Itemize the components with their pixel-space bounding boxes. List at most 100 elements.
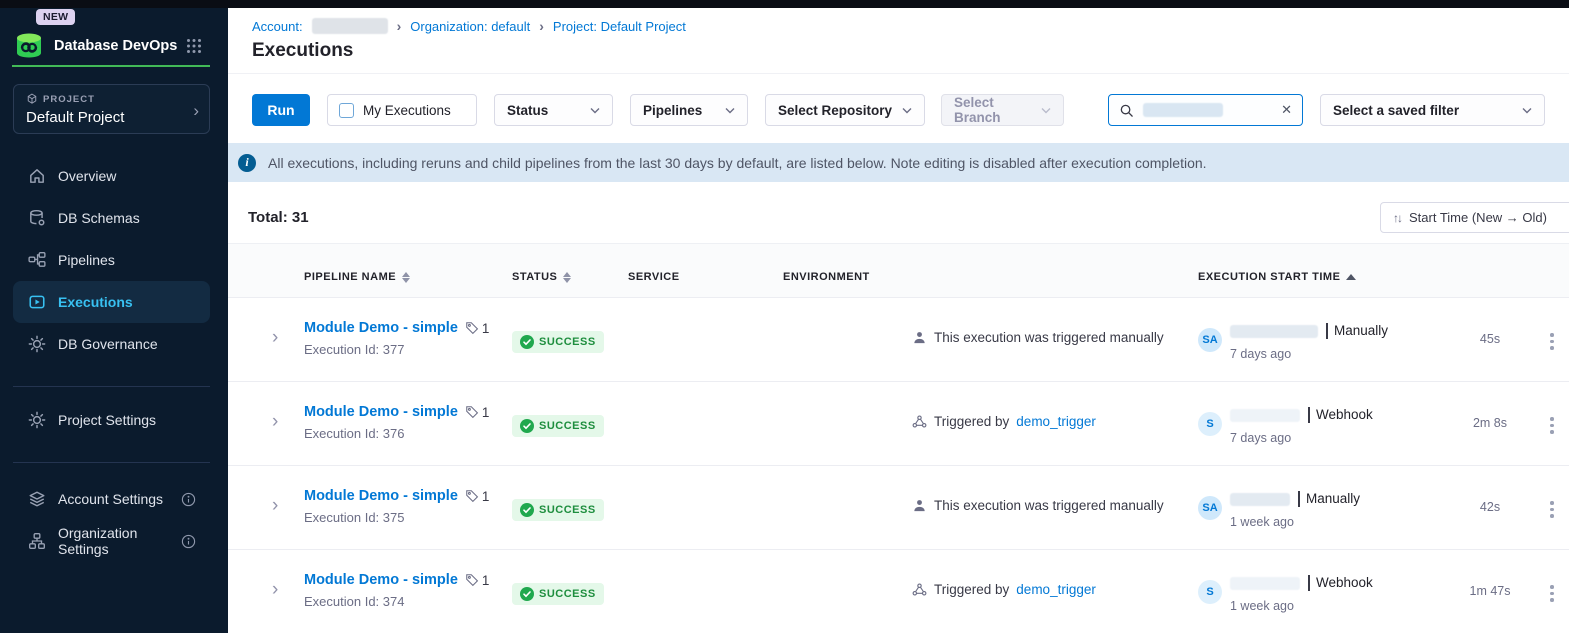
expand-chevron-icon[interactable]: › [272, 411, 278, 433]
status-badge: SUCCESS [512, 415, 604, 437]
sidebar-item-overview[interactable]: Overview [13, 155, 210, 197]
breadcrumb-separator-icon: › [397, 18, 402, 34]
time-ago: 1 week ago [1230, 599, 1373, 613]
breadcrumb-project-link[interactable]: Project: Default Project [553, 19, 686, 34]
expand-chevron-icon[interactable]: › [272, 579, 278, 601]
pipeline-name-link[interactable]: Module Demo - simple [304, 404, 458, 420]
tag-icon [465, 405, 479, 419]
page-title: Executions [252, 40, 353, 62]
breadcrumb-account-link[interactable]: Account: [252, 19, 303, 34]
sort-order-label: Start Time (New → Old) [1409, 210, 1547, 225]
avatar: S [1198, 412, 1222, 436]
info-icon[interactable] [181, 534, 196, 549]
sort-icon [563, 272, 571, 283]
sidebar-item-label: Overview [58, 168, 116, 184]
chevron-right-icon: › [193, 101, 199, 121]
sidebar-item-label: Executions [58, 294, 133, 310]
sidebar: NEW Database DevOps PRO [0, 0, 228, 633]
pipelines-filter-label: Pipelines [643, 103, 702, 118]
my-executions-label: My Executions [363, 103, 451, 118]
sidebar-divider [13, 462, 210, 463]
trigger-info: Triggered by demo_trigger [912, 414, 1096, 429]
breadcrumb-organization-link[interactable]: Organization: default [410, 19, 530, 34]
execution-row[interactable]: › Module Demo - simple 1 Execution Id: 3… [228, 465, 1569, 549]
pipelines-filter-dropdown[interactable]: Pipelines [630, 94, 748, 126]
column-label: ENVIRONMENT [783, 271, 870, 283]
avatar: SA [1198, 496, 1222, 520]
pipeline-name-link[interactable]: Module Demo - simple [304, 572, 458, 588]
search-icon [1119, 103, 1134, 118]
tag-count: 1 [465, 321, 490, 336]
time-ago: 7 days ago [1230, 431, 1373, 445]
brand-divider [12, 65, 210, 67]
sidebar-item-db-schemas[interactable]: DB Schemas [13, 197, 210, 239]
info-icon: i [238, 154, 256, 172]
column-label: PIPELINE NAME [304, 271, 396, 283]
redacted-user-name [1230, 325, 1318, 338]
duration: 45s [1455, 332, 1525, 346]
sidebar-item-account-settings[interactable]: Account Settings [13, 478, 210, 520]
main-content: Account: › Organization: default › Proje… [228, 8, 1569, 633]
info-icon[interactable] [181, 492, 196, 507]
clear-search-icon[interactable]: ✕ [1281, 102, 1292, 118]
pipelines-icon [28, 251, 46, 269]
project-selector[interactable]: PROJECT Default Project › [13, 84, 210, 134]
trigger-link[interactable]: demo_trigger [1016, 414, 1096, 429]
sidebar-item-db-governance[interactable]: DB Governance [13, 323, 210, 365]
execution-row[interactable]: › Module Demo - simple 1 Execution Id: 3… [228, 381, 1569, 465]
trigger-type-label: Manually [1298, 491, 1360, 507]
trigger-link[interactable]: demo_trigger [1016, 582, 1096, 597]
execution-row[interactable]: › Module Demo - simple 1 Execution Id: 3… [228, 549, 1569, 633]
trigger-info: Triggered by demo_trigger [912, 582, 1096, 597]
sidebar-divider [13, 386, 210, 387]
trigger-info: This execution was triggered manually [912, 330, 1164, 345]
saved-filter-label: Select a saved filter [1333, 103, 1459, 118]
column-header-status[interactable]: STATUS [512, 271, 571, 283]
trigger-type-label: Webhook [1308, 407, 1373, 423]
duration: 42s [1455, 500, 1525, 514]
status-badge: SUCCESS [512, 499, 604, 521]
check-circle-icon [520, 335, 534, 349]
total-count: Total: 31 [248, 209, 309, 226]
row-menu-icon[interactable] [1547, 330, 1557, 353]
status-badge: SUCCESS [512, 331, 604, 353]
sidebar-item-executions[interactable]: Executions [13, 281, 210, 323]
row-menu-icon[interactable] [1547, 414, 1557, 437]
saved-filter-dropdown[interactable]: Select a saved filter [1320, 94, 1545, 126]
sidebar-item-project-settings[interactable]: Project Settings [13, 399, 210, 441]
run-button[interactable]: Run [252, 94, 310, 126]
status-filter-label: Status [507, 103, 548, 118]
sidebar-item-label: Account Settings [58, 491, 163, 507]
expand-chevron-icon[interactable]: › [272, 327, 278, 349]
my-executions-checkbox[interactable] [339, 103, 354, 118]
row-menu-icon[interactable] [1547, 582, 1557, 605]
tag-count: 1 [465, 405, 490, 420]
module-grid-icon[interactable] [186, 38, 202, 54]
sidebar-item-pipelines[interactable]: Pipelines [13, 239, 210, 281]
status-filter-dropdown[interactable]: Status [494, 94, 613, 126]
my-executions-toggle[interactable]: My Executions [327, 94, 477, 126]
column-header-execution-start-time[interactable]: EXECUTION START TIME [1198, 271, 1356, 283]
home-icon [28, 167, 46, 185]
sidebar-item-label: Project Settings [58, 412, 156, 428]
breadcrumb-separator-icon: › [539, 18, 544, 34]
row-menu-icon[interactable] [1547, 498, 1557, 521]
user-icon [912, 498, 927, 513]
repository-filter-dropdown[interactable]: Select Repository [765, 94, 925, 126]
branch-filter-label: Select Branch [954, 95, 1041, 125]
sidebar-item-organization-settings[interactable]: Organization Settings [13, 520, 210, 562]
expand-chevron-icon[interactable]: › [272, 495, 278, 517]
pipeline-name-link[interactable]: Module Demo - simple [304, 488, 458, 504]
sort-order-button[interactable]: ↑↓ Start Time (New → Old) [1380, 202, 1569, 233]
pipeline-name-link[interactable]: Module Demo - simple [304, 320, 458, 336]
column-header-pipeline-name[interactable]: PIPELINE NAME [304, 271, 410, 283]
project-name: Default Project [26, 109, 197, 126]
tag-count: 1 [465, 489, 490, 504]
chevron-down-icon [1522, 107, 1532, 114]
webhook-trigger-icon [912, 582, 927, 597]
search-input[interactable]: ✕ [1108, 94, 1303, 126]
check-circle-icon [520, 419, 534, 433]
branch-filter-dropdown[interactable]: Select Branch [941, 94, 1064, 126]
execution-row[interactable]: › Module Demo - simple 1 Execution Id: 3… [228, 297, 1569, 381]
redacted-user-name [1230, 409, 1300, 422]
